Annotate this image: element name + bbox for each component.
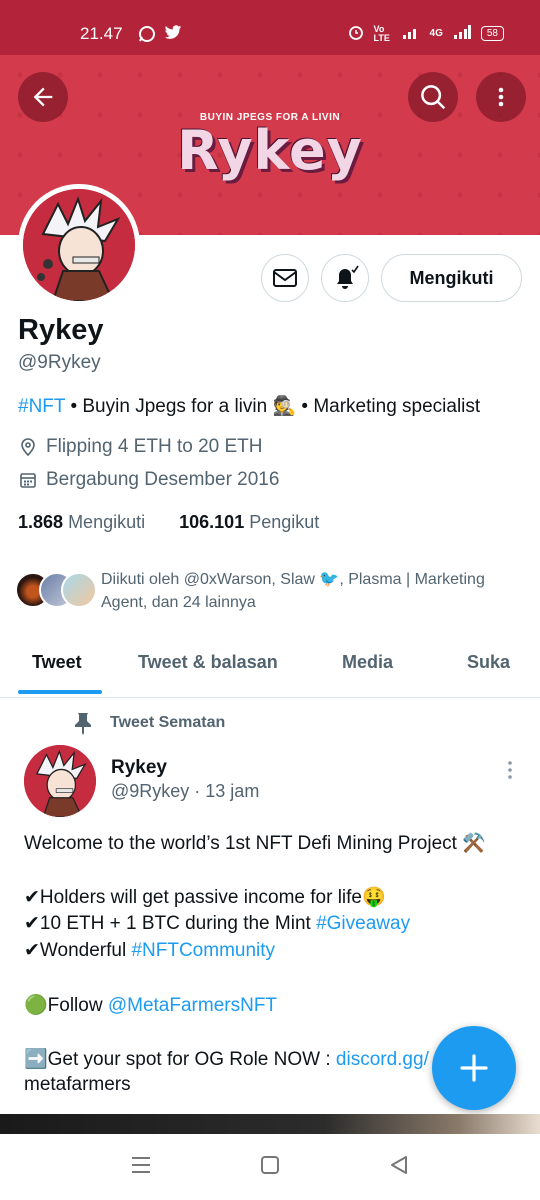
home-button[interactable]	[259, 1154, 281, 1181]
compose-icon	[460, 1054, 488, 1082]
tweet-link-continued[interactable]: metafarmers	[24, 1074, 131, 1096]
tweet-avatar-illustration	[24, 745, 96, 817]
notifications-button[interactable]	[321, 254, 369, 302]
back-nav-button[interactable]	[388, 1154, 410, 1181]
tweet-text-line: ✔Holders will get passive income for lif…	[24, 887, 386, 908]
back-triangle-icon	[391, 1156, 407, 1174]
message-button[interactable]	[261, 254, 309, 302]
status-bar: 21.47 Vo LTE 4G 58	[0, 0, 540, 55]
followed-by-text: Diikuti oleh @0xWarson, Slaw 🐦, Plasma |…	[101, 571, 485, 611]
followers-count: 106.101	[179, 512, 245, 532]
following-label: Mengikuti	[68, 512, 146, 532]
search-button[interactable]	[408, 72, 458, 122]
bio-hashtag[interactable]: #NFT	[18, 396, 65, 417]
followers-stat[interactable]: 106.101 Pengikut	[179, 512, 319, 532]
network-label: 4G	[429, 28, 443, 39]
tweet-author-name[interactable]: Rykey	[111, 757, 167, 779]
pin-icon	[75, 713, 91, 735]
tab-media[interactable]: Media	[342, 652, 393, 673]
follow-stats: 1.868 Mengikuti 106.101 Pengikut	[18, 512, 319, 533]
following-count: 1.868	[18, 512, 64, 532]
menu-icon	[132, 1157, 150, 1173]
recent-apps-button[interactable]	[130, 1154, 152, 1181]
tweet-handle-time: @9Rykey · 13 jam	[111, 781, 260, 801]
pinned-label: Tweet Sematan	[110, 714, 226, 731]
signal-icon-2	[453, 25, 471, 42]
search-icon	[421, 85, 446, 110]
pinned-label-row: Tweet Sematan	[72, 711, 225, 735]
profile-handle: @9Rykey	[18, 352, 101, 373]
twitter-status-icon	[164, 25, 182, 44]
followed-by-row[interactable]: Diikuti oleh @0xWarson, Slaw 🐦, Plasma |…	[15, 568, 535, 618]
mail-icon	[273, 269, 297, 287]
more-vertical-icon	[508, 761, 512, 779]
alarm-icon	[348, 24, 364, 43]
followers-label: Pengikut	[249, 512, 320, 532]
compose-tweet-button[interactable]	[432, 1026, 516, 1110]
back-button[interactable]	[18, 72, 68, 122]
tweet-hashtag-nftcommunity[interactable]: #NFTCommunity	[131, 940, 275, 961]
tweet-text: ✔Wonderful	[24, 940, 132, 961]
profile-bio: #NFT • Buyin Jpegs for a livin 🕵 • Marke…	[18, 394, 480, 418]
calendar-icon	[20, 473, 36, 488]
tweet-hashtag-giveaway[interactable]: #Giveaway	[316, 913, 410, 934]
whatsapp-icon	[138, 25, 156, 46]
profile-location: Flipping 4 ETH to 20 ETH	[46, 436, 263, 457]
location-row: Flipping 4 ETH to 20 ETH	[18, 436, 262, 458]
tab-tweet-replies[interactable]: Tweet & balasan	[138, 652, 278, 673]
avatar-illustration	[23, 189, 135, 301]
bio-text: • Buyin Jpegs for a livin 🕵 • Marketing …	[65, 396, 481, 417]
profile-avatar[interactable]	[18, 184, 140, 306]
tweet-media-preview[interactable]	[0, 1114, 540, 1134]
more-options-button[interactable]	[476, 72, 526, 122]
tweet-link[interactable]: discord.gg/	[336, 1049, 429, 1070]
system-nav-bar	[0, 1134, 540, 1200]
tweet-text: 🟢Follow	[24, 995, 108, 1016]
tweet-text-line: ✔Wonderful #NFTCommunity	[24, 939, 275, 962]
signal-icon	[402, 25, 420, 42]
follower-avatar	[61, 572, 97, 608]
tweet-text-line: 🟢Follow @MetaFarmersNFT	[24, 993, 277, 1017]
tweet-mention[interactable]: @MetaFarmersNFT	[108, 995, 277, 1016]
status-time: 21.47	[80, 24, 123, 43]
back-arrow-icon	[33, 87, 53, 107]
more-vertical-icon	[498, 87, 504, 107]
active-tab-indicator	[18, 690, 102, 694]
battery-indicator: 58	[480, 26, 504, 41]
status-right: Vo LTE 4G 58	[348, 24, 504, 43]
tweet-text-line: ✔10 ETH + 1 BTC during the Mint #Giveawa…	[24, 912, 410, 935]
tweet-text: ✔10 ETH + 1 BTC during the Mint	[24, 913, 317, 934]
tweet-more-button[interactable]	[505, 760, 515, 785]
following-button[interactable]: Mengikuti	[381, 254, 522, 302]
banner-title: Rykey	[177, 119, 363, 182]
tweet-text-line: ➡️Get your spot for OG Role NOW : discor…	[24, 1047, 429, 1071]
joined-row: Bergabung Desember 2016	[18, 469, 279, 491]
location-icon	[21, 438, 35, 457]
following-stat[interactable]: 1.868 Mengikuti	[18, 512, 145, 532]
profile-tabs: Tweet Tweet & balasan Media Suka	[0, 630, 540, 698]
profile-joined: Bergabung Desember 2016	[46, 469, 280, 490]
volte-label: Vo LTE	[373, 23, 390, 43]
tweet-text-line: Welcome to the world’s 1st NFT Defi Mini…	[24, 833, 486, 854]
profile-name: Rykey	[18, 314, 104, 346]
tweet-text: ➡️Get your spot for OG Role NOW :	[24, 1049, 336, 1070]
home-icon	[261, 1156, 279, 1174]
tab-tweet[interactable]: Tweet	[32, 652, 82, 673]
bell-icon	[337, 265, 359, 289]
tweet-avatar[interactable]	[24, 745, 96, 817]
tab-likes[interactable]: Suka	[467, 652, 510, 673]
